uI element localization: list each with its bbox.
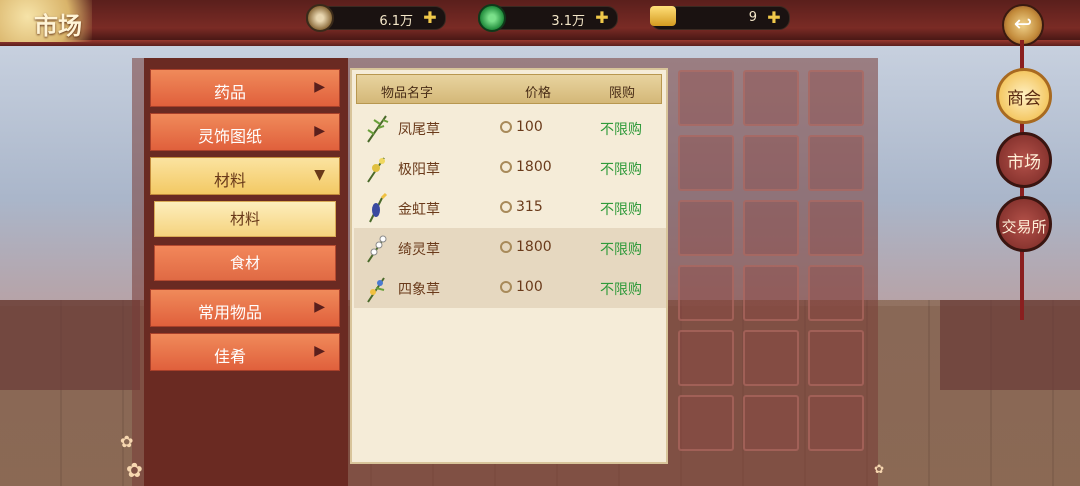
item-price: 1800 [516, 159, 552, 175]
category-label: 灵饰图纸 [197, 127, 262, 146]
item-name: 绮灵草 [398, 242, 440, 258]
empty-slot [678, 330, 734, 386]
item-limit: 不限购 [600, 122, 642, 138]
table-row[interactable]: 凤尾草 100 不限购 [354, 108, 666, 148]
empty-slot [808, 265, 864, 321]
subcategory-ingredients[interactable]: 食材 [154, 245, 336, 281]
tab-label: 交易所 [1001, 218, 1047, 236]
table-row[interactable]: 极阳草 1800 不限购 [354, 148, 666, 188]
resource-value: 6.1万 [379, 14, 413, 29]
coin-icon [500, 201, 512, 213]
flower-decoration-icon: ✿ [126, 458, 143, 482]
item-limit: 不限购 [600, 162, 642, 178]
empty-slot [743, 70, 799, 126]
chevron-down-icon: ▼ [314, 167, 325, 183]
header-price: 价格 [525, 86, 552, 101]
category-label: 材料 [213, 171, 246, 190]
empty-slot [678, 200, 734, 256]
empty-slot [678, 135, 734, 191]
empty-slot [808, 70, 864, 126]
category-label: 佳肴 [213, 347, 246, 366]
category-materials[interactable]: 材料 ▼ [150, 157, 340, 195]
item-price: 1800 [516, 239, 552, 255]
background-bench-right [940, 300, 1080, 390]
add-gold-ingot-icon[interactable]: ✚ [765, 9, 783, 27]
resource-value: 9 [748, 10, 757, 25]
coin-icon [500, 121, 512, 133]
empty-slot [808, 135, 864, 191]
item-price: 315 [516, 199, 543, 215]
herb-icon [367, 277, 385, 303]
herb-icon [369, 192, 388, 223]
subcategory-label: 食材 [229, 254, 260, 272]
flower-decoration-icon: ✿ [874, 462, 885, 476]
add-jade-coin-icon[interactable]: ✚ [593, 9, 611, 27]
empty-slot [743, 265, 799, 321]
header-limit: 限购 [609, 86, 636, 101]
chevron-right-icon: ▶ [314, 343, 325, 359]
item-price: 100 [516, 279, 543, 295]
tab-exchange[interactable]: 交易所 [996, 196, 1052, 252]
tab-label: 市场 [1007, 153, 1041, 173]
table-row[interactable]: 金虹草 315 不限购 [354, 188, 666, 228]
table-row[interactable]: 四象草 100 不限购 [354, 268, 666, 308]
add-copper-coin-icon[interactable]: ✚ [421, 9, 439, 27]
empty-slot [678, 395, 734, 451]
chevron-right-icon: ▶ [314, 79, 325, 95]
subcategory-materials[interactable]: 材料 [154, 201, 336, 237]
tab-label: 商会 [1007, 89, 1041, 109]
empty-slot [808, 200, 864, 256]
empty-slot [743, 330, 799, 386]
empty-slot [743, 395, 799, 451]
flower-decoration-icon: ✿ [120, 432, 134, 451]
category-dishes[interactable]: 佳肴 ▶ [150, 333, 340, 371]
item-name: 金虹草 [398, 202, 440, 218]
category-label: 药品 [213, 83, 246, 102]
herb-icon [367, 115, 389, 143]
empty-slot [743, 200, 799, 256]
item-name: 四象草 [398, 282, 440, 298]
item-limit: 不限购 [600, 202, 642, 218]
category-ornament-blueprint[interactable]: 灵饰图纸 ▶ [150, 113, 340, 151]
subcategory-label: 材料 [229, 210, 260, 228]
empty-slot [743, 135, 799, 191]
header-name: 物品名字 [381, 86, 434, 101]
herb-icon [367, 235, 387, 263]
chevron-right-icon: ▶ [314, 123, 325, 139]
item-table: 物品名字 价格 限购 凤尾草 100 不限购 极阳草 1800 不限购 金虹草 … [350, 68, 668, 464]
back-arrow-icon: ↩ [1013, 12, 1033, 37]
empty-slot [808, 395, 864, 451]
item-limit: 不限购 [600, 242, 642, 258]
empty-slot [808, 330, 864, 386]
chevron-right-icon: ▶ [314, 299, 325, 315]
page-title: 市场 [34, 11, 82, 40]
category-label: 常用物品 [197, 303, 262, 322]
category-medicine[interactable]: 药品 ▶ [150, 69, 340, 107]
coin-icon [500, 241, 512, 253]
category-common-items[interactable]: 常用物品 ▶ [150, 289, 340, 327]
empty-slot [678, 70, 734, 126]
herb-icon [367, 157, 385, 183]
resource-value: 3.1万 [551, 14, 585, 29]
table-header: 物品名字 价格 限购 [356, 74, 662, 104]
item-price: 100 [516, 119, 543, 135]
jade-coin-icon [478, 4, 506, 32]
empty-slot [678, 265, 734, 321]
table-row[interactable]: 绮灵草 1800 不限购 [354, 228, 666, 268]
tab-chamber-of-commerce[interactable]: 商会 [996, 68, 1052, 124]
copper-coin-icon [306, 4, 334, 32]
top-bar-trim [0, 40, 1080, 46]
tab-market[interactable]: 市场 [996, 132, 1052, 188]
item-limit: 不限购 [600, 282, 642, 298]
background-bench-left [0, 300, 140, 390]
gold-ingot-icon [650, 6, 676, 26]
coin-icon [500, 161, 512, 173]
item-name: 极阳草 [398, 162, 440, 178]
item-name: 凤尾草 [398, 122, 440, 138]
coin-icon [500, 281, 512, 293]
